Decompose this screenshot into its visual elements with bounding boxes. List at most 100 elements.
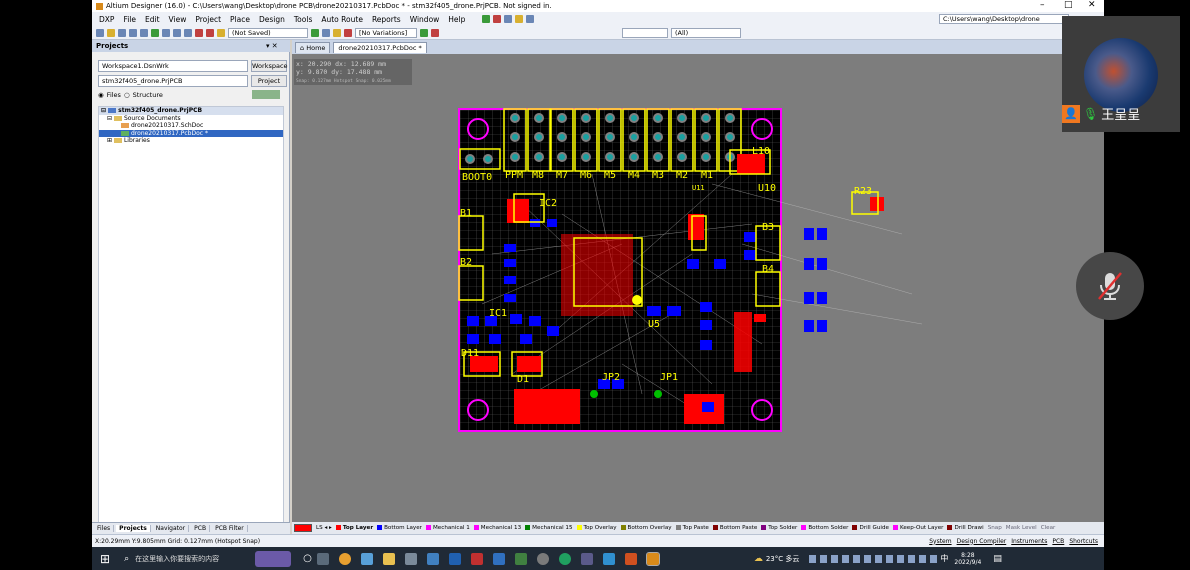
pcb-editor-canvas[interactable]: x: 20.290 dx: 12.689 mm y: 9.870 dy: 17.… bbox=[292, 54, 1104, 522]
taskbar-app-icon[interactable] bbox=[470, 552, 483, 565]
layer-tab-mech15[interactable]: Mechanical 15 bbox=[525, 525, 573, 531]
files-radio[interactable]: ◉ bbox=[98, 91, 104, 99]
new-icon[interactable] bbox=[96, 28, 104, 37]
tree-libraries[interactable]: ⊞ Libraries bbox=[99, 137, 283, 145]
layer-tab-bottom-solder[interactable]: Bottom Solder bbox=[801, 525, 848, 531]
meeting-video-tile[interactable]: 👤 🎙 王呈呈 bbox=[1062, 16, 1180, 132]
region-icon[interactable] bbox=[344, 28, 352, 37]
status-system[interactable]: System bbox=[929, 538, 951, 545]
layer-tab-bottom-paste[interactable]: Bottom Paste bbox=[712, 525, 757, 531]
print-icon[interactable] bbox=[129, 28, 137, 37]
structure-radio[interactable]: ○ bbox=[124, 91, 130, 99]
panel-tab-projects[interactable]: Projects bbox=[116, 525, 151, 532]
task-view-icon[interactable]: ○ bbox=[303, 553, 312, 564]
weather-text[interactable]: 23°C 多云 bbox=[766, 554, 800, 564]
project-button[interactable]: Project bbox=[251, 75, 287, 87]
pcb-canvas-svg[interactable]: x: 20.290 dx: 12.689 mm y: 9.870 dy: 17.… bbox=[292, 54, 1104, 522]
menu-view[interactable]: View bbox=[166, 15, 190, 24]
status-pcb[interactable]: PCB bbox=[1052, 538, 1064, 545]
tree-schdoc[interactable]: drone20210317.SchDoc bbox=[99, 122, 283, 130]
cut-icon[interactable] bbox=[162, 28, 170, 37]
align-icon[interactable] bbox=[504, 15, 513, 23]
minimize-button[interactable]: – bbox=[1040, 0, 1045, 10]
tree-pcbdoc[interactable]: drone20210317.PcbDoc * bbox=[99, 129, 283, 137]
copy-icon[interactable] bbox=[173, 28, 181, 37]
variations-combo[interactable]: [No Variations] bbox=[355, 27, 417, 38]
place-icon[interactable] bbox=[493, 15, 502, 23]
zoom-icon[interactable] bbox=[140, 28, 148, 37]
panel-tab-pcb-filter[interactable]: PCB Filter bbox=[212, 525, 248, 532]
undo-icon[interactable] bbox=[195, 28, 203, 37]
path-combo[interactable]: C:\Users\wang\Desktop\drone bbox=[939, 14, 1069, 24]
tab-pcbdoc[interactable]: drone20210317.PcbDoc * bbox=[333, 41, 427, 53]
menu-dxp[interactable]: DXP bbox=[96, 15, 117, 24]
empty-combo-1[interactable] bbox=[622, 27, 668, 38]
route-track-icon[interactable] bbox=[311, 28, 319, 37]
status-instruments[interactable]: Instruments bbox=[1011, 538, 1047, 545]
taskbar-app-icon[interactable] bbox=[602, 552, 615, 565]
folder-icon[interactable] bbox=[382, 552, 395, 565]
taskbar-app-icon[interactable] bbox=[360, 552, 373, 565]
panel-pin-icon[interactable]: ▾ ✕ bbox=[266, 42, 278, 50]
taskbar-app-icon[interactable] bbox=[316, 552, 329, 565]
taskbar-app-icon[interactable] bbox=[492, 552, 505, 565]
taskbar-search-icon[interactable]: ⌕ bbox=[124, 554, 129, 564]
taskbar-app-icon[interactable] bbox=[624, 552, 637, 565]
clock[interactable]: 8:28 2022/9/4 bbox=[954, 552, 981, 566]
layer-tab-bottom[interactable]: Bottom Layer bbox=[377, 525, 422, 531]
mic-muted-button[interactable] bbox=[1076, 252, 1144, 320]
via-icon[interactable] bbox=[322, 28, 330, 37]
select-icon[interactable] bbox=[515, 15, 524, 23]
filter-combo[interactable]: (All) bbox=[671, 27, 741, 38]
menu-reports[interactable]: Reports bbox=[369, 15, 404, 24]
status-design-compiler[interactable]: Design Compiler bbox=[957, 538, 1007, 545]
menu-auto-route[interactable]: Auto Route bbox=[318, 15, 366, 24]
windows-start-icon[interactable]: ⊞ bbox=[100, 552, 110, 566]
layer-tab-keepout[interactable]: Keep-Out Layer bbox=[892, 525, 943, 531]
layer-nav-arrows[interactable]: LS ◂ ▸ bbox=[316, 525, 332, 531]
panel-tab-navigator[interactable]: Navigator bbox=[153, 525, 190, 532]
taskbar-app-icon[interactable] bbox=[558, 552, 571, 565]
maximize-button[interactable]: □ bbox=[1064, 0, 1073, 10]
saved-state-combo[interactable]: (Not Saved) bbox=[228, 27, 308, 38]
taskbar-app-icon[interactable] bbox=[426, 552, 439, 565]
settings-icon[interactable] bbox=[536, 552, 549, 565]
paste-icon[interactable] bbox=[184, 28, 192, 37]
layer-tab-mech13[interactable]: Mechanical 13 bbox=[473, 525, 521, 531]
pencil-icon[interactable] bbox=[217, 28, 225, 37]
layer-set-icon[interactable] bbox=[420, 28, 428, 37]
taskbar-app-icon[interactable] bbox=[580, 552, 593, 565]
menu-project[interactable]: Project bbox=[192, 15, 224, 24]
tree-source-folder[interactable]: ⊟ Source Documents bbox=[99, 115, 283, 123]
status-shortcuts[interactable]: Shortcuts bbox=[1069, 538, 1098, 545]
taskbar-app-icon[interactable] bbox=[448, 552, 461, 565]
workspace-select[interactable]: Workspace1.DsnWrk bbox=[98, 60, 248, 72]
tab-home[interactable]: ⌂ Home bbox=[295, 41, 331, 53]
ime-indicator[interactable]: 中 bbox=[940, 553, 948, 564]
menu-edit[interactable]: Edit bbox=[142, 15, 163, 24]
layer-tab-top-overlay[interactable]: Top Overlay bbox=[576, 525, 617, 531]
panel-options-icon[interactable] bbox=[252, 90, 280, 99]
layer-tab-top-paste[interactable]: Top Paste bbox=[675, 525, 709, 531]
project-field[interactable]: stm32f405_drone.PrjPCB bbox=[98, 75, 248, 87]
redo-icon[interactable] bbox=[206, 28, 214, 37]
tree-project[interactable]: ⊟ stm32f405_drone.PrjPCB bbox=[99, 107, 283, 115]
menu-help[interactable]: Help bbox=[445, 15, 468, 24]
altium-taskbar-icon[interactable] bbox=[645, 551, 660, 566]
layer-tab-top-solder[interactable]: Top Solder bbox=[761, 525, 797, 531]
menu-file[interactable]: File bbox=[120, 15, 139, 24]
clear-icon[interactable] bbox=[431, 28, 439, 37]
menu-place[interactable]: Place bbox=[227, 15, 253, 24]
grid-icon[interactable] bbox=[526, 15, 535, 23]
open-icon[interactable] bbox=[107, 28, 115, 37]
route-icon[interactable] bbox=[482, 15, 491, 23]
string-icon[interactable] bbox=[333, 28, 341, 37]
current-layer-swatch[interactable] bbox=[294, 524, 312, 532]
layer-tab-top[interactable]: Top Layer bbox=[335, 525, 373, 531]
panel-tab-pcb[interactable]: PCB bbox=[191, 525, 211, 532]
mask-level-button[interactable]: Mask Level bbox=[1006, 525, 1037, 531]
notification-icon[interactable]: ▤ bbox=[993, 554, 1002, 564]
layer-tab-drill-drawing[interactable]: Drill Drawi bbox=[947, 525, 984, 531]
chrome-icon[interactable] bbox=[338, 552, 351, 565]
snap-button[interactable]: Snap bbox=[988, 525, 1002, 531]
